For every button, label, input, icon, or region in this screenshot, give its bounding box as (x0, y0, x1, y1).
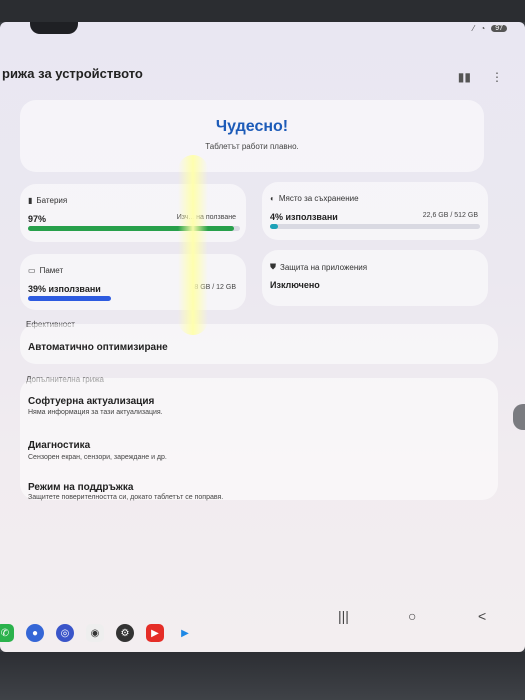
memory-card[interactable]: ▭ Памет 39% използвани 8 GB / 12 GB (20, 254, 246, 310)
diagnostics-title: Диагностика (28, 440, 91, 451)
status-summary-card: Чудесно! Таблетът работи плавно. (20, 100, 484, 172)
play-store-icon[interactable]: ▶ (176, 624, 194, 642)
screen-glare (178, 155, 208, 335)
phone-icon[interactable]: ✆ (0, 624, 14, 642)
battery-label-row: ▮ Батерия (28, 196, 67, 205)
storage-value: 4% използвани (270, 212, 338, 222)
home-button[interactable]: ○ (408, 608, 416, 624)
software-update-subtitle: Няма информация за тази актуализация. (28, 409, 163, 416)
app-protection-value: Изключено (270, 280, 320, 290)
memory-label: Памет (39, 266, 64, 275)
status-summary-title: Чудесно! (215, 118, 289, 135)
settings-icon[interactable]: ⚙ (116, 624, 134, 642)
storage-bar-fill (270, 224, 279, 229)
memory-bar-fill (28, 296, 111, 301)
stats-icon[interactable]: ▮▮ (458, 70, 471, 84)
storage-label-row: ◐ Място за съхранение (270, 194, 359, 203)
storage-card[interactable]: ◐ Място за съхранение 4% използвани 22,6… (262, 182, 488, 240)
signal-icon: ⁄ (473, 24, 475, 33)
diagnostics-subtitle: Сензорен екран, сензори, зареждане и др. (28, 454, 167, 461)
back-button[interactable]: < (478, 608, 486, 624)
device-top-bezel (0, 0, 525, 22)
page-title: рижа за устройството (2, 66, 143, 81)
taskbar-dock: ✆ ● ◎ ◉ ⚙ ▶ ▶ (0, 624, 194, 642)
battery-indicator: 97 (491, 25, 507, 32)
battery-card[interactable]: ▮ Батерия 97% Изч... на ползване (20, 184, 246, 242)
software-update-title: Софтуерна актуализация (28, 396, 155, 407)
storage-amount: 22,6 GB / 512 GB (422, 212, 478, 219)
memory-value: 39% използвани (28, 284, 101, 294)
auto-optimize-card[interactable]: Автоматично оптимизиране (20, 324, 498, 364)
recents-button[interactable]: ||| (338, 608, 349, 624)
battery-value: 97% (28, 214, 47, 224)
battery-bar (28, 226, 240, 231)
additional-care-card: Софтуерна актуализация Няма информация з… (20, 378, 498, 501)
status-bar: ⁄ ◔ 97 (473, 24, 507, 33)
header-actions: ▮▮ ⋮ (458, 70, 503, 84)
messages-icon[interactable]: ● (26, 624, 44, 642)
shield-icon: ⛊ (270, 262, 276, 271)
battery-icon: ▮ (28, 196, 33, 205)
maintenance-mode-title: Режим на поддръжка (28, 482, 134, 493)
app-protection-label: Защита на приложения (280, 262, 368, 272)
memory-icon: ▭ (28, 266, 36, 275)
battery-label: Батерия (36, 196, 68, 205)
device-bottom-bezel (0, 652, 525, 700)
auto-optimize-title: Автоматично оптимизиране (28, 342, 168, 353)
storage-icon: ◐ (270, 194, 275, 203)
camera-icon[interactable]: ◉ (86, 624, 104, 642)
maintenance-mode-subtitle: Защитете поверителността си, докато табл… (28, 494, 224, 501)
youtube-icon[interactable]: ▶ (146, 624, 164, 642)
storage-bar (270, 224, 480, 229)
more-options-icon[interactable]: ⋮ (491, 70, 503, 84)
storage-label: Място за съхранение (278, 194, 359, 203)
memory-label-row: ▭ Памет (28, 266, 63, 275)
app-protection-card[interactable]: ⛊ Защита на приложения Изключено (262, 250, 488, 306)
browser-icon[interactable]: ◎ (56, 624, 74, 642)
wifi-icon: ◔ (480, 24, 486, 33)
app-protection-label-row: ⛊ Защита на приложения (270, 262, 367, 272)
camera-notch (30, 22, 78, 34)
edge-panel-handle[interactable] (513, 404, 525, 430)
status-summary-subtitle: Таблетът работи плавно. (205, 142, 299, 151)
memory-bar (28, 296, 240, 301)
